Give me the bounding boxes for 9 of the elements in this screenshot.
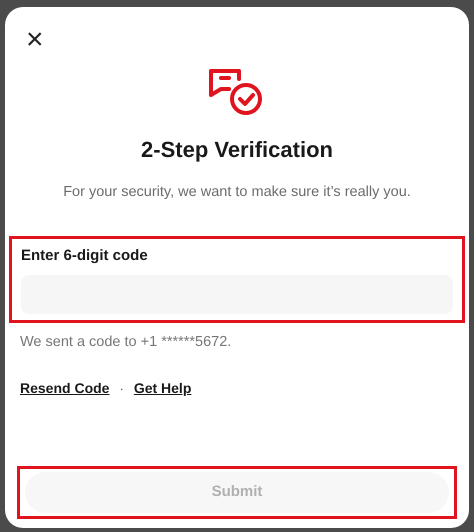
- link[interactable]: Get Help: [134, 378, 192, 399]
- close-button[interactable]: ×: [26, 25, 44, 55]
- subtitle-text: For your security, we want to make sure it’s really you.: [62, 183, 412, 202]
- sent-code-note: We sent a code to +1 ******5672.: [20, 333, 232, 352]
- field-label: Enter 6-digit code: [21, 246, 149, 266]
- separator-dot: ·: [119, 380, 124, 398]
- chat-check-icon: [209, 67, 265, 117]
- dialog-title: 2-Step Verification: [140, 136, 334, 164]
- link[interactable]: Resend Code: [20, 378, 110, 399]
